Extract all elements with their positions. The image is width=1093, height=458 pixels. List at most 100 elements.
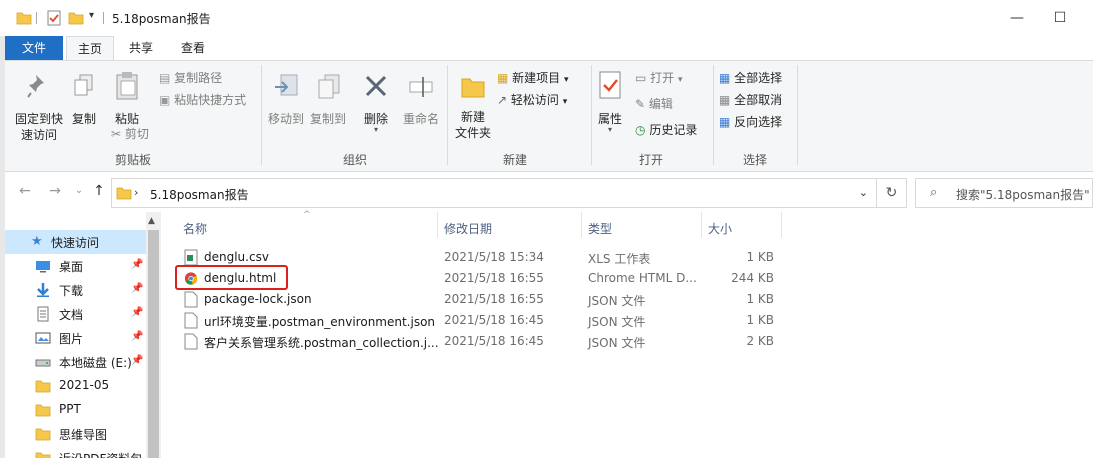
edit-button[interactable]: ✎ 编辑 (635, 94, 673, 114)
copy-path-button[interactable]: ▤ 复制路径 (159, 68, 222, 88)
sidebar-item-label: 本地磁盘 (E:) (59, 356, 132, 370)
sidebar-item-ppt[interactable]: PPT (5, 398, 146, 422)
pin-icon: 📌 (131, 331, 144, 342)
address-bar[interactable]: › 5.18posman报告 ⌄ (111, 178, 877, 208)
file-type: JSON 文件 (588, 336, 646, 350)
column-header-size[interactable]: 大小 (708, 220, 732, 237)
dropdown-icon: ▾ (562, 97, 568, 107)
new-folder-icon[interactable] (68, 10, 84, 26)
cut-button[interactable]: ✂ 剪切 (111, 124, 149, 144)
rename-icon (409, 77, 433, 97)
column-divider[interactable] (581, 212, 582, 238)
invert-selection-label: 反向选择 (734, 115, 783, 129)
file-size: 1 KB (746, 250, 774, 264)
select-none-button[interactable]: ▦ 全部取消 (719, 90, 782, 110)
move-to-button[interactable]: 移动到 (267, 73, 305, 127)
new-folder-button[interactable]: 新建 文件夹 (451, 73, 495, 141)
drive-icon (35, 359, 51, 367)
nav-scrollbar[interactable]: ▲ (146, 212, 161, 458)
clipboard-group-label: 剪贴板 (114, 153, 151, 167)
group-divider (447, 65, 448, 165)
address-dropdown-icon[interactable]: ⌄ (859, 186, 868, 199)
sidebar-item-pdf-pack[interactable]: 近沿PDF资料包 (5, 446, 146, 458)
folder-icon (35, 380, 51, 393)
sidebar-item-mindmap[interactable]: 思维导图 (5, 422, 146, 446)
breadcrumb-path[interactable]: 5.18posman报告 (150, 186, 249, 203)
copy-to-button[interactable]: 复制到 (309, 73, 347, 127)
scrollbar-thumb[interactable] (148, 230, 159, 458)
copy-button[interactable]: 复制 (69, 73, 99, 127)
search-input[interactable]: ⌕ 搜索"5.18posman报告" (915, 178, 1093, 208)
delete-button[interactable]: 删除 ▾ (361, 73, 391, 134)
sidebar-item-local-disk-e[interactable]: 本地磁盘 (E:) 📌 (5, 350, 146, 374)
sidebar-item-label: PPT (59, 402, 81, 416)
easy-access-button[interactable]: ↗ 轻松访问 ▾ (497, 90, 567, 112)
file-row-postman-collection[interactable]: 客户关系管理系统.postman_collection.j... 2021/5/… (171, 331, 774, 352)
minimize-button[interactable]: — (1007, 8, 1027, 28)
properties-dropdown-icon: ▾ (607, 125, 612, 134)
pin-icon: 📌 (131, 355, 144, 366)
delete-x-icon (365, 75, 387, 97)
scroll-up-arrow-icon[interactable]: ▲ (148, 216, 155, 226)
sidebar-item-documents[interactable]: 文档 📌 (5, 302, 146, 326)
file-size: 1 KB (746, 292, 774, 306)
column-divider[interactable] (701, 212, 702, 238)
maximize-button[interactable]: ☐ (1050, 8, 1070, 28)
copy-to-icon (318, 74, 340, 99)
column-divider[interactable] (437, 212, 438, 238)
invert-selection-button[interactable]: ▦ 反向选择 (719, 112, 782, 132)
column-divider[interactable] (781, 212, 782, 238)
column-header-type[interactable]: 类型 (588, 220, 612, 237)
open-icon: ▭ (635, 71, 647, 85)
folder-icon (35, 404, 51, 417)
sidebar-item-desktop[interactable]: 桌面 📌 (5, 254, 146, 278)
dropdown-icon: ▾ (678, 75, 683, 85)
select-group-label: 选择 (742, 153, 767, 167)
properties-button[interactable]: 属性 ▾ (595, 71, 625, 134)
paste-button[interactable]: 粘贴 (109, 71, 145, 127)
sidebar-item-quick-access[interactable]: ★ 快速访问 (5, 230, 146, 254)
recent-locations-dropdown-icon[interactable]: ⌄ (69, 185, 89, 196)
csv-file-icon (184, 249, 198, 266)
download-icon (37, 283, 49, 297)
open-button[interactable]: ▭ 打开 ▾ (635, 68, 683, 90)
select-all-button[interactable]: ▦ 全部选择 (719, 68, 782, 88)
navigation-pane: ★ 快速访问 桌面 📌 下载 📌 文档 📌 图片 📌 本地磁盘 (E:) 📌 2… (5, 212, 146, 458)
sidebar-item-downloads[interactable]: 下载 📌 (5, 278, 146, 302)
pin-quick-access-button[interactable]: 固定到快 速访问 (11, 73, 67, 143)
file-row-package-lock[interactable]: package-lock.json 2021/5/18 16:55 JSON 文… (171, 289, 774, 310)
file-row-postman-environment[interactable]: url环境变量.postman_environment.json 2021/5/… (171, 310, 774, 331)
file-name: 客户关系管理系统.postman_collection.j... (204, 336, 439, 350)
move-to-icon (275, 74, 298, 96)
tab-share[interactable]: 共享 (117, 36, 165, 60)
new-item-button[interactable]: ▦ 新建项目 ▾ (497, 68, 569, 90)
paste-shortcut-button[interactable]: ▣ 粘贴快捷方式 (159, 90, 246, 110)
back-arrow-icon[interactable]: ← (15, 183, 35, 199)
file-icon (184, 333, 198, 350)
column-header-name[interactable]: 名称 (183, 220, 207, 237)
tab-view[interactable]: 查看 (169, 36, 217, 60)
select-all-label: 全部选择 (734, 71, 783, 85)
forward-arrow-icon[interactable]: → (45, 183, 65, 199)
up-arrow-icon[interactable]: ↑ (89, 183, 109, 199)
tab-home[interactable]: 主页 (66, 36, 114, 60)
rename-button[interactable]: 重命名 (401, 73, 441, 127)
customize-toolbar-dropdown-icon[interactable]: ▾ (89, 10, 94, 21)
sidebar-item-2021-05[interactable]: 2021-05 (5, 374, 146, 398)
sidebar-item-pictures[interactable]: 图片 📌 (5, 326, 146, 350)
file-size: 1 KB (746, 313, 774, 327)
sidebar-item-label: 下载 (59, 284, 84, 298)
column-header-date[interactable]: 修改日期 (444, 220, 492, 237)
annotation-highlight-box (175, 265, 288, 290)
paste-shortcut-label: 粘贴快捷方式 (174, 93, 247, 107)
file-type: XLS 工作表 (588, 252, 651, 266)
new-folder-label: 新建 文件夹 (454, 110, 491, 140)
history-button[interactable]: ◷ 历史记录 (635, 120, 697, 140)
group-divider (797, 65, 798, 165)
breadcrumb-chevron-icon[interactable]: › (134, 186, 138, 199)
properties-check-icon[interactable] (46, 10, 62, 26)
refresh-icon[interactable]: ↻ (877, 178, 907, 208)
sidebar-item-label: 快速访问 (51, 236, 100, 250)
tab-file[interactable]: 文件 (5, 36, 63, 60)
paste-icon (116, 72, 138, 100)
